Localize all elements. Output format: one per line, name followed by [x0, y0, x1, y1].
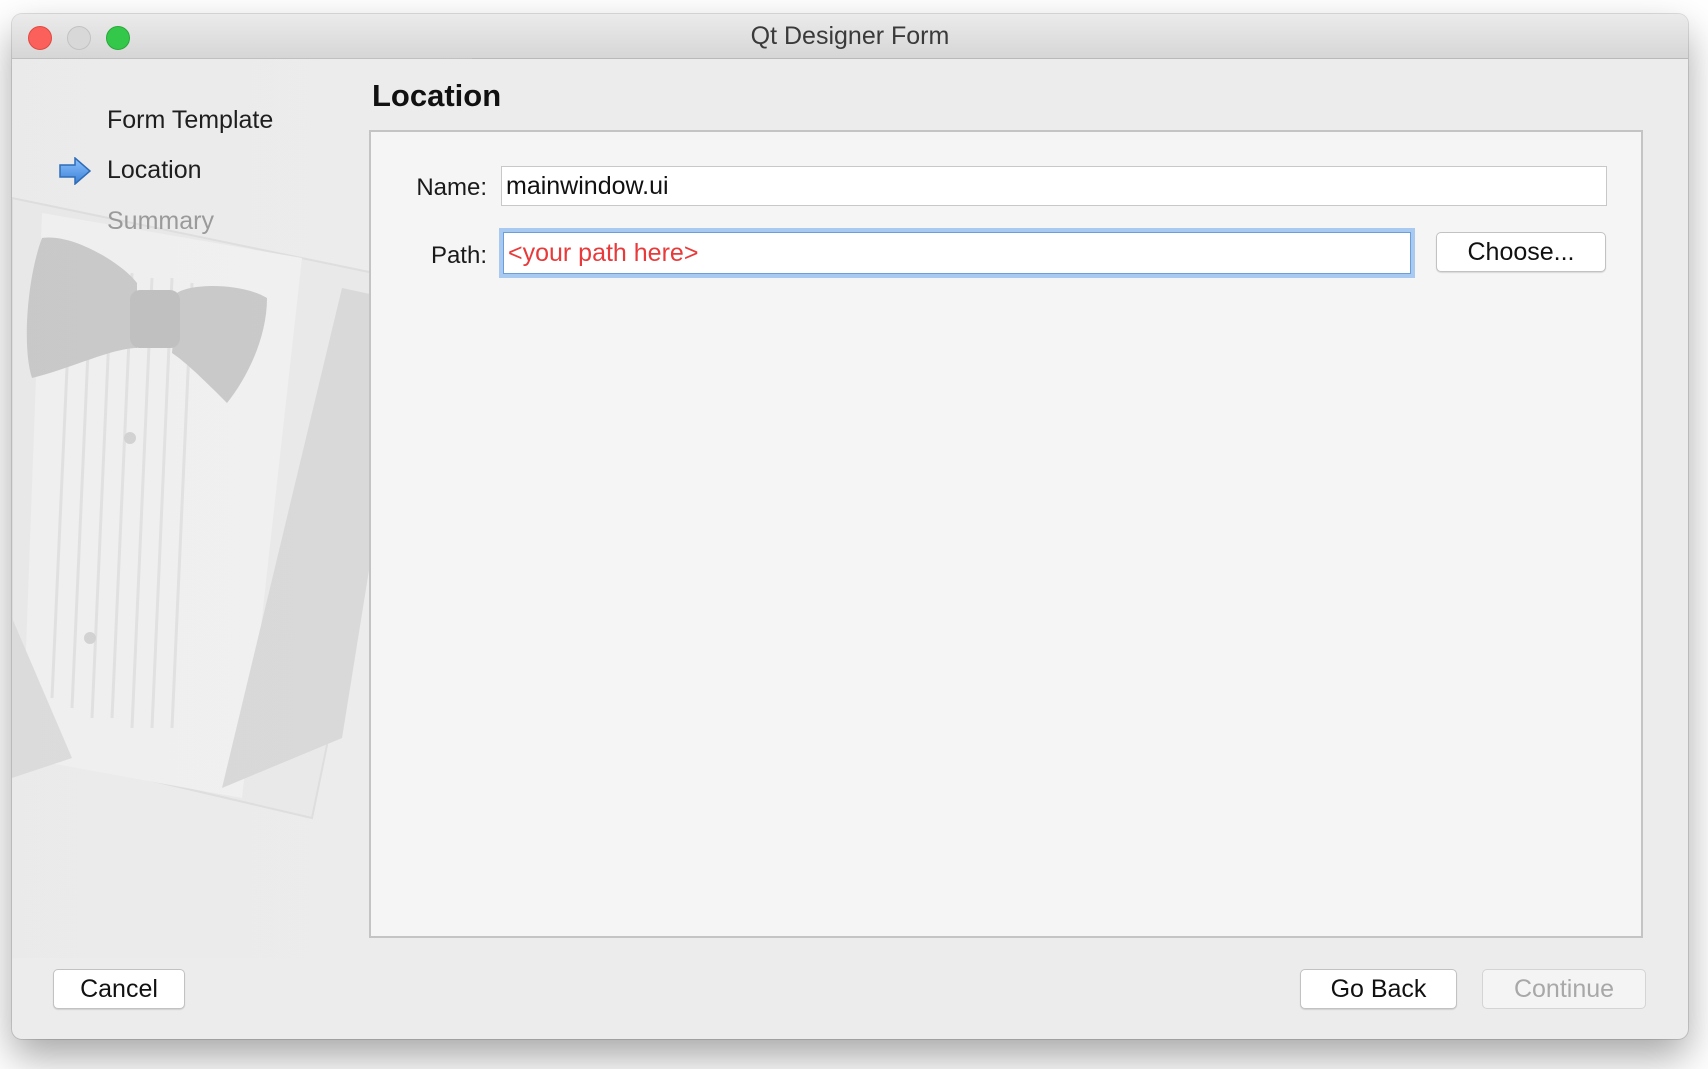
path-field[interactable]: [503, 232, 1411, 274]
page-title: Location: [372, 78, 502, 113]
path-field-label: Path:: [430, 242, 487, 269]
dialog-window: Qt Designer Form Form Template Location …: [12, 14, 1688, 1039]
location-panel: Name: Path: Choose...: [369, 130, 1643, 938]
continue-button[interactable]: Continue: [1482, 969, 1646, 1009]
window-title: Qt Designer Form: [750, 22, 950, 50]
sidebar-item-form-template: Form Template: [107, 106, 274, 134]
cancel-button[interactable]: Cancel: [53, 969, 185, 1009]
sidebar-item-location: Location: [107, 156, 202, 184]
sidebar-item-summary: Summary: [107, 207, 214, 235]
name-field-label: Name:: [416, 174, 487, 201]
name-field[interactable]: [501, 166, 1607, 206]
title-bar[interactable]: Qt Designer Form: [12, 14, 1688, 59]
go-back-button[interactable]: Go Back: [1300, 969, 1457, 1009]
choose-button[interactable]: Choose...: [1436, 232, 1606, 272]
right-arrow-icon: [59, 157, 92, 185]
